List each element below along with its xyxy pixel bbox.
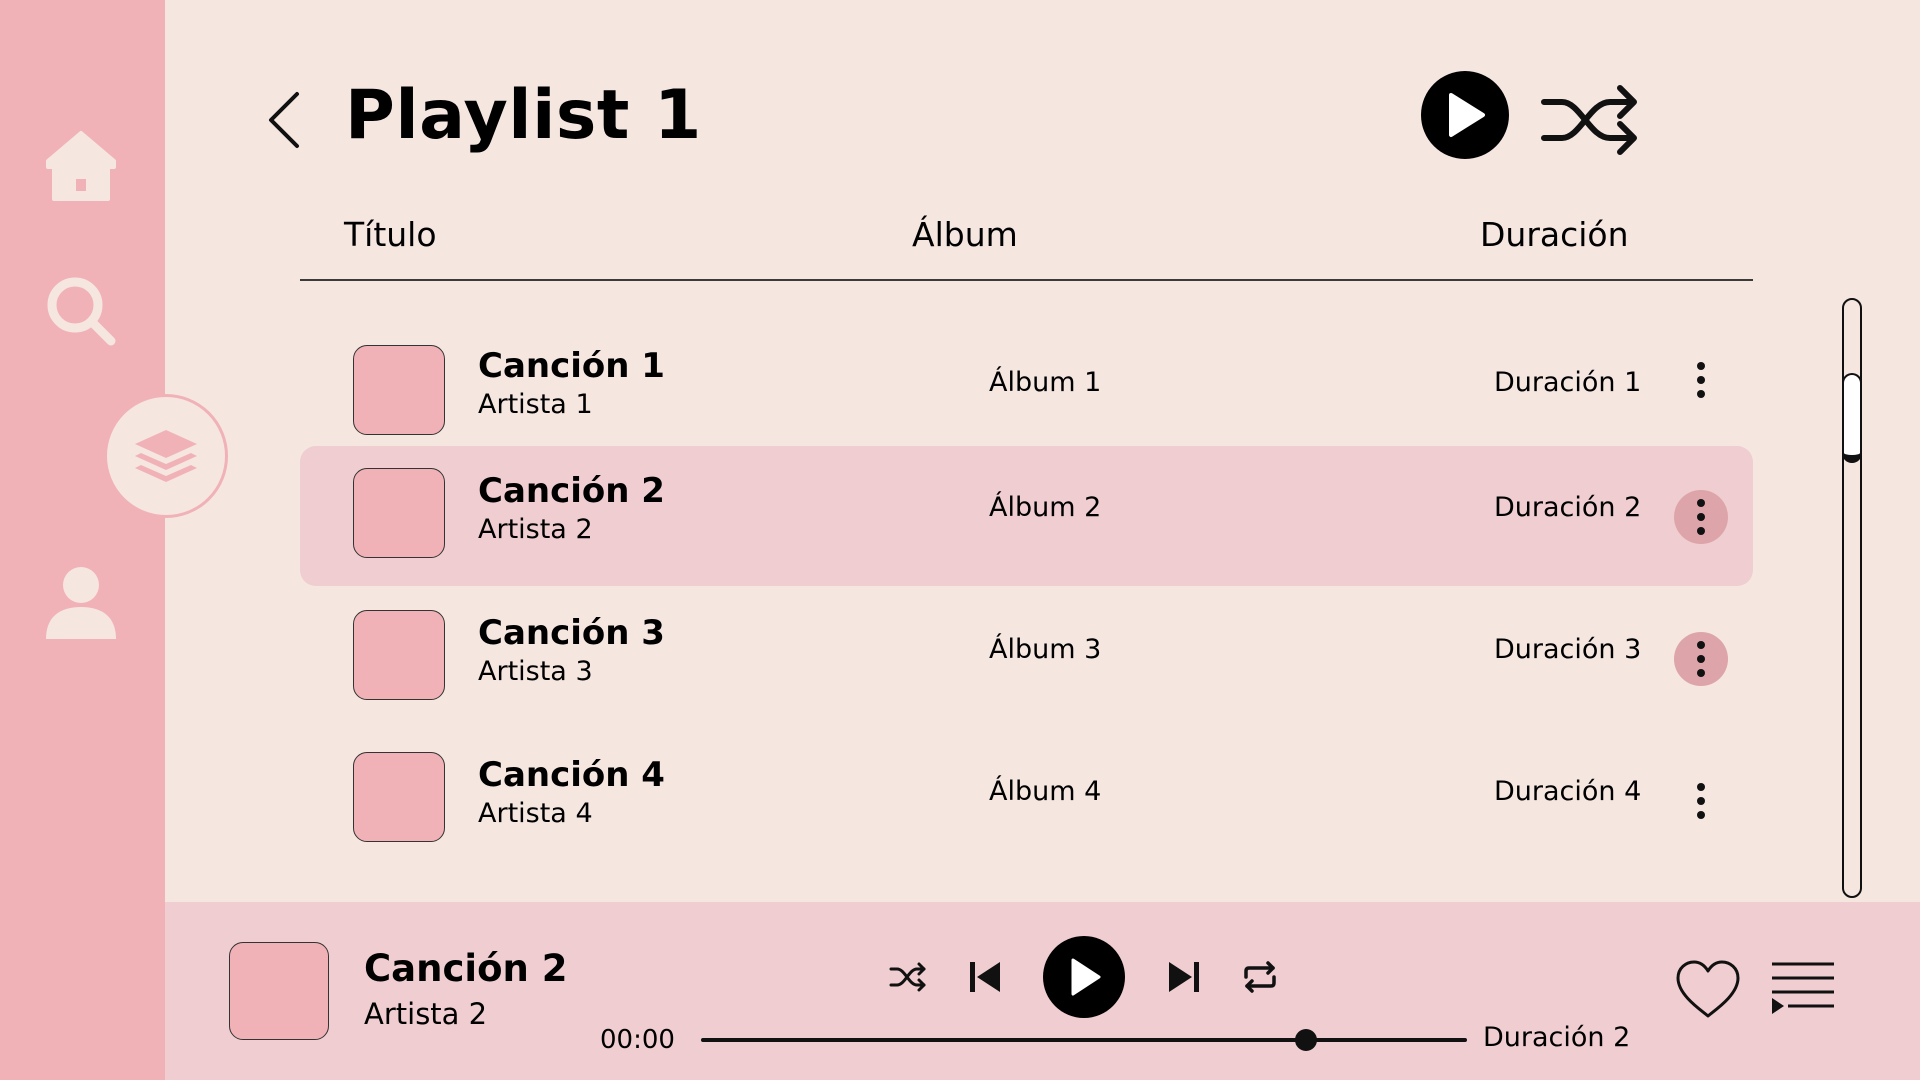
column-header-title[interactable]: Título — [344, 212, 437, 258]
progress-bar[interactable] — [701, 1029, 1467, 1051]
skip-forward-icon — [1169, 962, 1199, 992]
home-button[interactable] — [40, 125, 122, 207]
song-artist: Artista 3 — [478, 656, 593, 687]
more-dot — [1697, 797, 1705, 805]
repeat-icon — [1244, 961, 1276, 993]
column-header-album[interactable]: Álbum — [912, 212, 1018, 258]
song-cover — [353, 345, 445, 435]
more-vertical-icon — [1697, 641, 1705, 649]
queue-icon — [1772, 962, 1834, 1014]
shuffle-icon — [889, 962, 926, 992]
more-dot — [1697, 390, 1705, 398]
sidebar — [0, 0, 228, 1080]
column-header-duration[interactable]: Duración — [1480, 212, 1629, 258]
player-shuffle-button[interactable] — [886, 955, 930, 999]
song-artist: Artista 2 — [478, 514, 593, 545]
song-artist: Artista 4 — [478, 798, 593, 829]
profile-button[interactable] — [40, 562, 122, 644]
repeat-button[interactable] — [1238, 955, 1282, 999]
more-options-button[interactable] — [1674, 632, 1728, 686]
chevron-left-icon — [269, 92, 299, 148]
song-title: Canción 4 — [478, 755, 665, 795]
more-dot — [1697, 527, 1705, 535]
song-cover — [353, 468, 445, 558]
page-title: Playlist 1 — [345, 76, 702, 155]
song-album: Álbum 3 — [989, 634, 1102, 665]
layers-icon — [135, 430, 197, 482]
more-vertical-icon — [1697, 783, 1705, 791]
more-dot — [1697, 376, 1705, 384]
song-album: Álbum 4 — [989, 776, 1102, 807]
song-cover — [353, 610, 445, 700]
more-vertical-icon — [1697, 499, 1705, 507]
search-icon — [47, 277, 116, 346]
scrollbar-thumb[interactable] — [1842, 373, 1862, 463]
song-album: Álbum 1 — [989, 367, 1102, 398]
search-button[interactable] — [40, 270, 122, 352]
back-button[interactable] — [265, 90, 305, 150]
current-time: 00:00 — [600, 1025, 675, 1055]
more-vertical-icon — [1697, 362, 1705, 370]
table-row[interactable]: Canción 4 Artista 4 Álbum 4 Duración 4 — [300, 730, 1753, 870]
more-dot — [1697, 669, 1705, 677]
shuffle-icon — [1541, 85, 1637, 155]
now-playing-title: Canción 2 — [364, 947, 568, 990]
next-track-button[interactable] — [1162, 955, 1206, 999]
more-options-button[interactable] — [1674, 490, 1728, 544]
song-album: Álbum 2 — [989, 492, 1102, 523]
more-options-button[interactable] — [1674, 774, 1728, 828]
header-divider — [300, 279, 1753, 281]
queue-button[interactable] — [1770, 958, 1836, 1018]
skip-back-icon — [970, 962, 1000, 992]
player-play-button[interactable] — [1043, 936, 1125, 1018]
song-title: Canción 1 — [478, 346, 665, 386]
shuffle-playlist-button[interactable] — [1540, 80, 1640, 160]
progress-knob[interactable] — [1295, 1029, 1318, 1051]
previous-track-button[interactable] — [963, 955, 1007, 999]
more-dot — [1697, 811, 1705, 819]
song-title: Canción 2 — [478, 471, 665, 511]
more-dot — [1697, 513, 1705, 521]
home-icon — [46, 131, 116, 201]
song-duration: Duración 4 — [1494, 776, 1642, 807]
user-icon — [46, 567, 116, 639]
song-duration: Duración 1 — [1494, 367, 1642, 398]
table-row-selected[interactable]: Canción 2 Artista 2 Álbum 2 Duración 2 — [300, 446, 1753, 586]
now-playing-artist: Artista 2 — [364, 997, 488, 1031]
more-dot — [1697, 655, 1705, 663]
total-time: Duración 2 — [1483, 1022, 1631, 1053]
play-playlist-button[interactable] — [1421, 71, 1509, 159]
play-icon — [1071, 958, 1101, 996]
library-button[interactable] — [104, 394, 228, 518]
play-icon — [1449, 93, 1485, 137]
like-button[interactable] — [1674, 958, 1742, 1020]
song-duration: Duración 2 — [1494, 492, 1642, 523]
heart-icon — [1676, 960, 1740, 1018]
table-row[interactable]: Canción 1 Artista 1 Álbum 1 Duración 1 — [300, 308, 1753, 448]
song-artist: Artista 1 — [478, 389, 593, 420]
now-playing-cover — [229, 942, 329, 1040]
more-options-button[interactable] — [1674, 353, 1728, 407]
table-row[interactable]: Canción 3 Artista 3 Álbum 3 Duración 3 — [300, 588, 1753, 728]
song-title: Canción 3 — [478, 613, 665, 653]
song-duration: Duración 3 — [1494, 634, 1642, 665]
song-cover — [353, 752, 445, 842]
